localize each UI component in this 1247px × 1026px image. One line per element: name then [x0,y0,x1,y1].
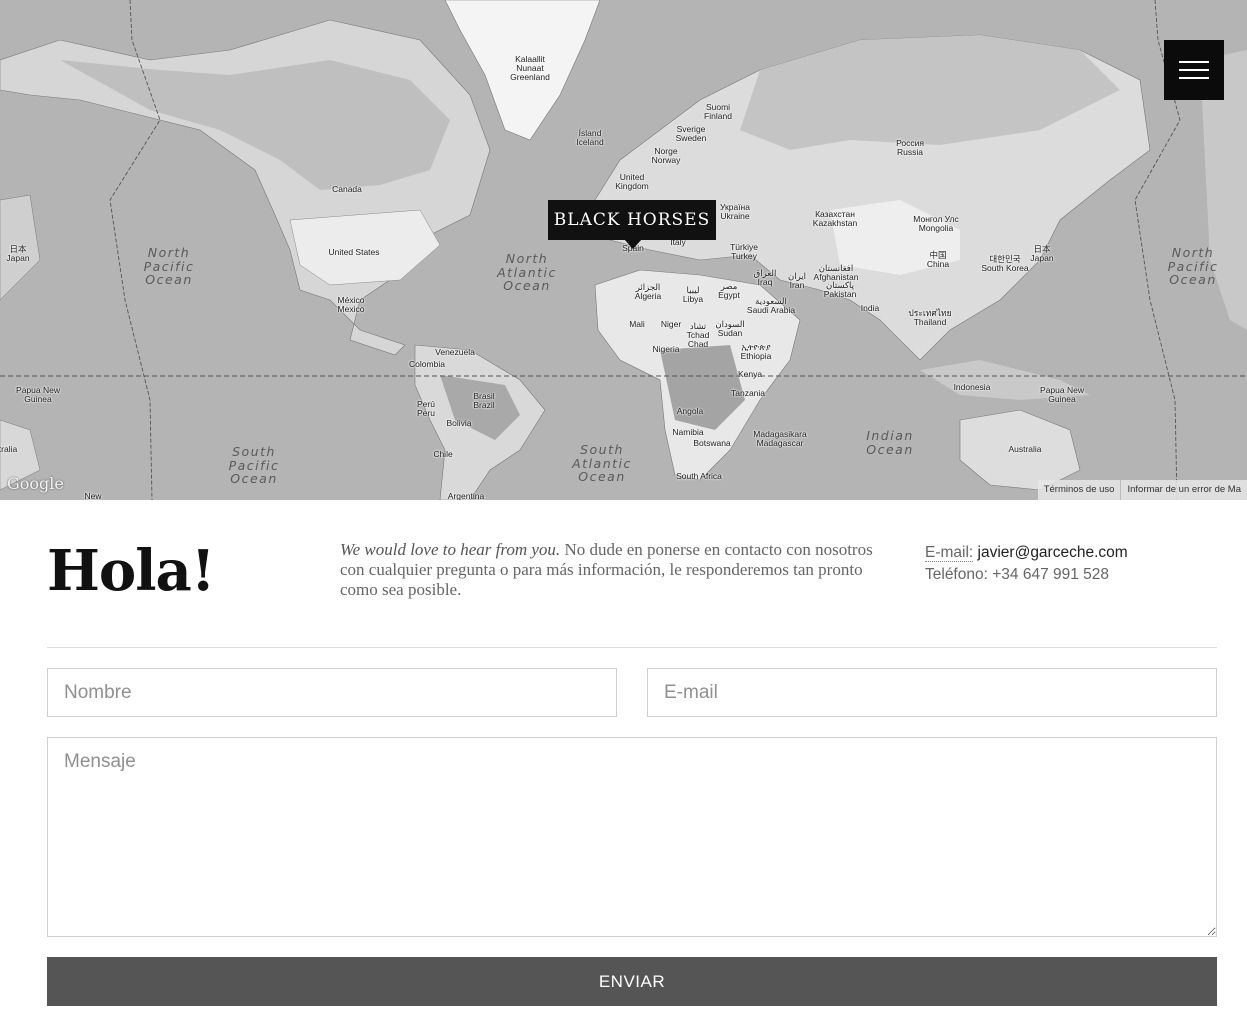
map-country-label: Niger [660,319,682,329]
hamburger-menu-icon [1179,69,1209,71]
map-country-label: تشاد Tchad Chad [686,321,710,349]
intro-italic: We would love to hear from you. [340,540,561,559]
phone-line: Teléfono: +34 647 991 528 [925,564,1128,586]
map-country-label: Tanzania [730,388,766,398]
map-country-label: Botswana [693,438,731,448]
map-country-label: ኢትዮጵያ Ethiopia [740,342,772,361]
map-country-label: Brasil Brazil [473,391,495,410]
map-ocean-label: South Atlantic Ocean [572,442,632,484]
map-country-label: العراق Iraq [753,268,777,287]
email-link[interactable]: javier@garceche.com [973,544,1128,561]
map-country-label: 대한민국 South Korea [981,254,1029,273]
map-country-label: مصر Egypt [718,281,740,300]
map-ocean-label: North Atlantic Ocean [497,251,557,293]
map-country-label: Chile [433,449,453,459]
map-country-label: Madagasikara Madagascar [753,429,807,448]
map-country-label: Казахстан Kazakhstan [812,209,858,228]
map-country-label: India [860,303,880,313]
map-country-label: Indonesia [953,382,991,392]
map-country-label: السعودية Saudi Arabia [746,296,796,315]
map-country-label: 中国 China [926,250,950,269]
map-country-label: Mali [629,319,645,329]
report-error-link[interactable]: Informar de un error de Ma [1120,480,1247,500]
map-country-label: Kenya [737,369,763,379]
map-country-label: Australia [1008,444,1042,454]
map-country-label: Монгол Улс Mongolia [913,214,959,233]
hamburger-menu-icon [1179,77,1209,79]
phone-value: +34 647 991 528 [987,566,1110,583]
map-country-label: Perú Peru [417,399,435,418]
map-ocean-label: North Pacific Ocean [1167,245,1219,287]
map-ocean-label: North Pacific Ocean [143,245,195,287]
map-country-label: الجزائر Algeria [634,282,662,301]
email-input[interactable] [647,668,1217,717]
map-country-label: Україна Ukraine [720,202,750,221]
map-country-label: Argentina [447,491,485,501]
map-country-label: tralia [0,444,18,454]
contact-info: E-mail: javier@garceche.com Teléfono: +3… [925,542,1128,586]
map-country-label: New [84,491,102,501]
map-country-label: United Kingdom [615,172,649,191]
menu-button[interactable] [1164,40,1224,100]
map-country-label: ليبيا Libya [682,285,704,304]
terms-link[interactable]: Términos de uso [1038,480,1121,500]
map-country-label: ایران Iran [787,271,807,290]
map-country-label: Россия Russia [896,138,924,157]
map-country-label: Bolivia [446,418,472,428]
map-country-label: United States [328,247,380,257]
email-line: E-mail: javier@garceche.com [925,542,1128,564]
map-country-label: Türkiye Turkey [730,242,758,261]
email-label: E-mail: [925,544,974,562]
phone-label: Teléfono: [925,566,988,583]
map-country-label: Angola [676,406,704,416]
map-marker-pin-icon[interactable] [624,239,642,249]
map-country-label: Canada [332,184,362,194]
intro-text: We would love to hear from you. No dude … [340,540,900,600]
map-country-label: السودان Sudan [715,319,745,338]
map-ocean-label: South Pacific Ocean [228,444,280,486]
map-footer: Términos de uso Informar de un error de … [1037,480,1247,500]
divider [47,647,1217,648]
name-input[interactable] [47,668,617,717]
map[interactable]: Kalaallit Nunaat Greenland Ísland Iceland… [0,0,1247,500]
map-country-label: Papua New Guinea [1040,385,1084,404]
google-logo: Google [7,474,64,493]
map-country-label: Colombia [409,359,445,369]
map-country-label: México Mexico [337,295,365,314]
map-country-label: 日本 Japan [6,244,30,263]
map-country-label: South Africa [676,471,722,481]
map-country-label: Kalaallit Nunaat Greenland [510,54,550,82]
message-textarea[interactable] [47,737,1217,937]
map-country-label: Ísland Iceland [576,128,604,147]
map-country-label: Norge Norway [651,146,681,165]
map-country-label: 日本 Japan [1030,244,1054,263]
map-country-label: Papua New Guinea [16,385,60,404]
map-country-label: Suomi Finland [704,102,732,121]
map-country-label: Nigeria [652,344,680,354]
map-country-label: پاکستان Pakistan [823,280,857,299]
map-country-label: ประเทศไทย Thailand [908,308,952,327]
map-marker-label[interactable]: BLACK HORSES [548,200,716,240]
map-country-label: Venezuela [435,347,475,357]
map-country-label: Sverige Sweden [675,124,707,143]
submit-button[interactable]: ENVIAR [47,957,1217,1006]
page-title: Hola! [47,538,215,604]
hamburger-menu-icon [1179,61,1209,63]
map-country-label: Namibia [672,427,704,437]
map-ocean-label: Indian Ocean [866,428,914,457]
